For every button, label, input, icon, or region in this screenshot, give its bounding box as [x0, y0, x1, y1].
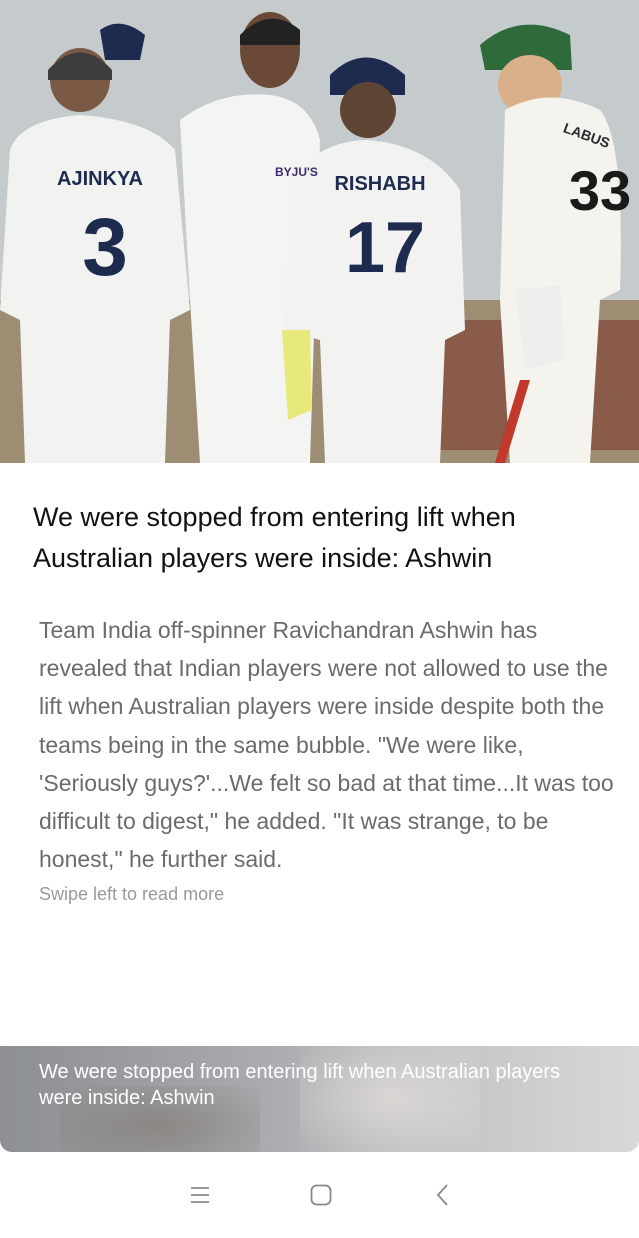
system-navbar — [0, 1152, 639, 1238]
menu-icon[interactable] — [185, 1180, 215, 1210]
article-image[interactable]: AJINKYA 3 RISHABH 17 LABUS 33 BYJU'S — [0, 0, 639, 463]
article-summary: Team India off-spinner Ravichandran Ashw… — [39, 617, 614, 873]
cricket-players-photo: AJINKYA 3 RISHABH 17 LABUS 33 BYJU'S — [0, 0, 639, 463]
jersey-name-mid: RISHABH — [334, 173, 425, 195]
article-headline: We were stopped from entering lift when … — [33, 502, 516, 573]
jersey-number-left: 3 — [82, 202, 128, 293]
back-icon[interactable] — [428, 1180, 458, 1210]
jersey-number-mid: 17 — [345, 208, 425, 288]
sponsor-logo: BYJU'S — [275, 165, 318, 179]
home-icon[interactable] — [306, 1180, 336, 1210]
next-article-card[interactable]: We were stopped from entering lift when … — [0, 1046, 639, 1152]
swipe-hint: Swipe left to read more — [39, 884, 225, 904]
next-article-title: We were stopped from entering lift when … — [39, 1061, 561, 1109]
jersey-number-right: 33 — [569, 159, 631, 222]
jersey-name-left: AJINKYA — [57, 168, 143, 190]
